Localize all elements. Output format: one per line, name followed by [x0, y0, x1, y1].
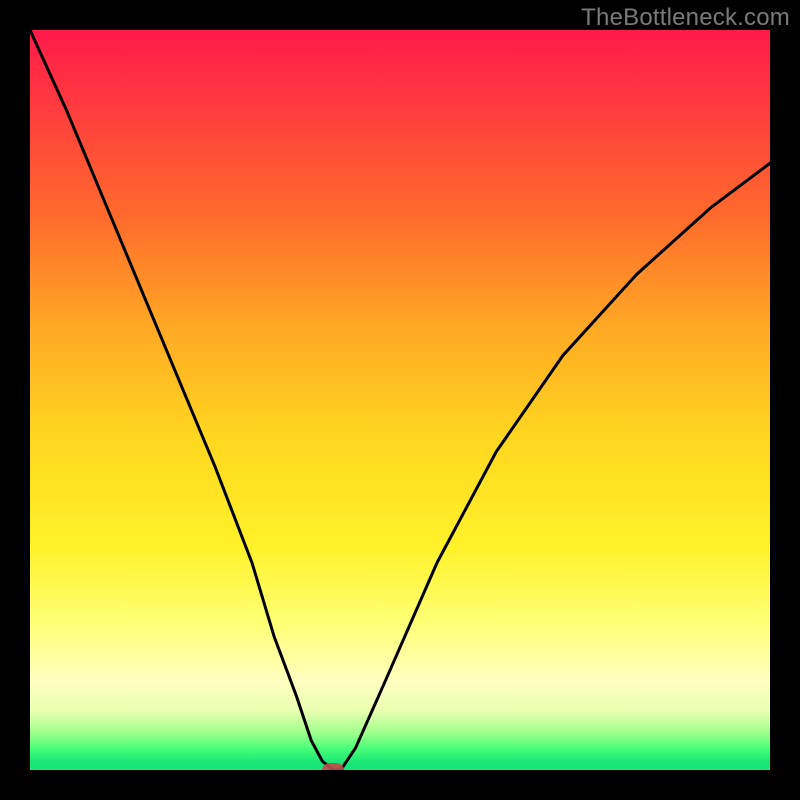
bottleneck-curve	[30, 30, 770, 770]
chart-frame: TheBottleneck.com	[0, 0, 800, 800]
plot-area	[30, 30, 770, 770]
minimum-marker	[322, 763, 344, 770]
watermark-text: TheBottleneck.com	[581, 4, 790, 32]
curve-path	[30, 30, 770, 770]
